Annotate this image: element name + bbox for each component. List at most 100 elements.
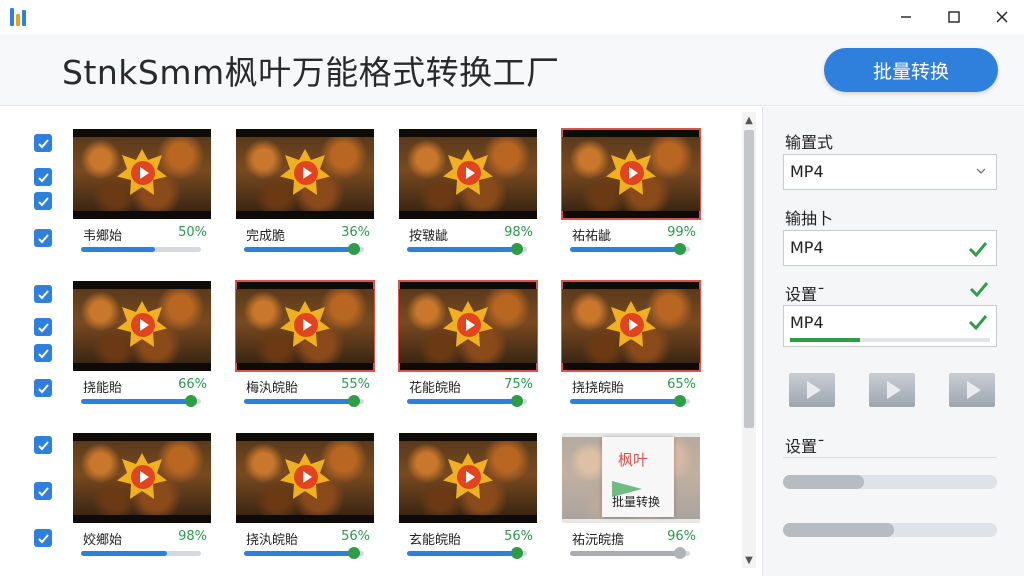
- video-name: 挠汍皖貽: [246, 533, 299, 548]
- select-checkbox[interactable]: [34, 318, 52, 336]
- play-icon: [457, 313, 481, 337]
- check-icon: [37, 138, 49, 148]
- video-percent: 96%: [667, 529, 696, 544]
- video-thumbnail[interactable]: [73, 281, 211, 371]
- output-value: MP4: [790, 238, 824, 257]
- title-bar: [0, 0, 1024, 34]
- select-checkbox[interactable]: [34, 436, 52, 454]
- settings-progress-bar: [790, 338, 990, 342]
- settings2-label: 设置¯: [785, 437, 826, 456]
- video-thumbnail[interactable]: [73, 129, 211, 219]
- select-checkbox[interactable]: [34, 192, 52, 210]
- play-icon: [457, 161, 481, 185]
- video-thumbnail[interactable]: [73, 433, 211, 523]
- select-checkbox[interactable]: [34, 529, 52, 547]
- video-progress-bar: [81, 395, 201, 407]
- play-icon: [131, 161, 155, 185]
- batch-convert-button[interactable]: 批量转换: [824, 48, 998, 92]
- video-name: 姣鄉始: [83, 533, 123, 548]
- video-thumbnail[interactable]: [399, 433, 537, 523]
- check-icon: [37, 440, 49, 450]
- video-name: 梅汍皖貽: [246, 381, 299, 396]
- settings-field[interactable]: MP4: [783, 305, 997, 347]
- play-icon: [620, 313, 644, 337]
- progress-knob[interactable]: [348, 243, 361, 255]
- select-checkbox[interactable]: [34, 344, 52, 362]
- video-name: 完成脆: [246, 229, 286, 244]
- progress-knob[interactable]: [674, 547, 687, 559]
- select-checkbox[interactable]: [34, 285, 52, 303]
- video-name: 挠挠皖貽: [572, 381, 625, 396]
- video-thumbnail[interactable]: [561, 280, 701, 372]
- play-icon: [131, 313, 155, 337]
- video-percent: 55%: [341, 377, 370, 392]
- video-progress-bar: [570, 547, 690, 559]
- setting-slider-1[interactable]: [783, 475, 997, 489]
- video-card: 梅汍皖貽 55%: [235, 280, 375, 417]
- check-icon: [37, 383, 49, 393]
- settings-label: 设置¯: [785, 285, 826, 304]
- scrollbar-thumb[interactable]: [744, 130, 754, 428]
- check-icon: [37, 486, 49, 496]
- progress-knob[interactable]: [185, 395, 198, 407]
- chevron-up-icon[interactable]: ▲: [743, 114, 755, 126]
- preview-thumbnail-1[interactable]: [789, 373, 835, 407]
- video-progress-bar: [244, 547, 364, 559]
- check-icon: [37, 233, 49, 243]
- close-icon: [996, 11, 1008, 23]
- video-card: 韦鄉始 50%: [73, 129, 211, 265]
- video-progress-bar: [244, 395, 364, 407]
- video-thumbnail[interactable]: [399, 129, 537, 219]
- video-progress-bar: [407, 395, 527, 407]
- vertical-scrollbar[interactable]: ▲ ▼: [742, 112, 756, 568]
- video-percent: 50%: [178, 225, 207, 240]
- check-icon: [37, 322, 49, 332]
- progress-knob[interactable]: [511, 243, 524, 255]
- video-card: 挠能貽 66%: [73, 281, 211, 417]
- video-percent: 66%: [178, 377, 207, 392]
- divider: [783, 457, 997, 458]
- select-checkbox[interactable]: [34, 229, 52, 247]
- video-percent: 65%: [667, 377, 696, 392]
- chevron-down-icon[interactable]: ▼: [743, 554, 755, 566]
- progress-knob[interactable]: [348, 547, 361, 559]
- format-select[interactable]: MP4: [783, 154, 997, 190]
- promo-subtitle: 批量转换: [612, 495, 661, 509]
- video-thumbnail[interactable]: [398, 280, 538, 372]
- video-card: 祐祐龇 99%: [561, 128, 701, 265]
- format-value: MP4: [790, 162, 824, 181]
- progress-knob[interactable]: [511, 547, 524, 559]
- video-card: 按皲龇 98%: [399, 129, 537, 265]
- select-checkbox[interactable]: [34, 379, 52, 397]
- video-percent: 75%: [504, 377, 533, 392]
- preview-thumbnail-3[interactable]: [949, 373, 995, 407]
- video-thumbnail[interactable]: [235, 280, 375, 372]
- header: StnkSmm枫叶万能格式转换工厂 批量转换: [0, 34, 1024, 106]
- minimize-icon: [901, 16, 911, 18]
- video-card: 枫叶 批量转换 祐沅皖擔 96%: [562, 433, 700, 569]
- video-thumbnail[interactable]: [561, 128, 701, 220]
- progress-knob[interactable]: [674, 395, 687, 407]
- video-card: 姣鄉始 98%: [73, 433, 211, 569]
- video-thumbnail[interactable]: [236, 433, 374, 523]
- progress-knob[interactable]: [511, 395, 524, 407]
- video-name: 玄能皖貽: [409, 533, 462, 548]
- green-check-icon: [968, 242, 988, 257]
- video-list-panel: 韦鄉始 50% 完成脆 36% 按皲龇 98% 祐祐龇 99% 挠能貽 66% …: [0, 107, 760, 576]
- select-checkbox[interactable]: [34, 482, 52, 500]
- select-checkbox[interactable]: [34, 134, 52, 152]
- progress-knob[interactable]: [674, 243, 687, 255]
- preview-thumbnail-2[interactable]: [869, 373, 915, 407]
- progress-knob[interactable]: [348, 395, 361, 407]
- output-field[interactable]: MP4: [783, 230, 997, 266]
- check-icon: [37, 533, 49, 543]
- maximize-button[interactable]: [934, 4, 974, 30]
- minimize-button[interactable]: [886, 4, 926, 30]
- setting-slider-2[interactable]: [783, 523, 997, 537]
- video-name: 祐祐龇: [572, 229, 612, 244]
- video-name: 花能皖貽: [409, 381, 462, 396]
- video-thumbnail[interactable]: 枫叶 批量转换: [562, 433, 700, 523]
- close-button[interactable]: [982, 4, 1022, 30]
- video-thumbnail[interactable]: [236, 129, 374, 219]
- select-checkbox[interactable]: [34, 168, 52, 186]
